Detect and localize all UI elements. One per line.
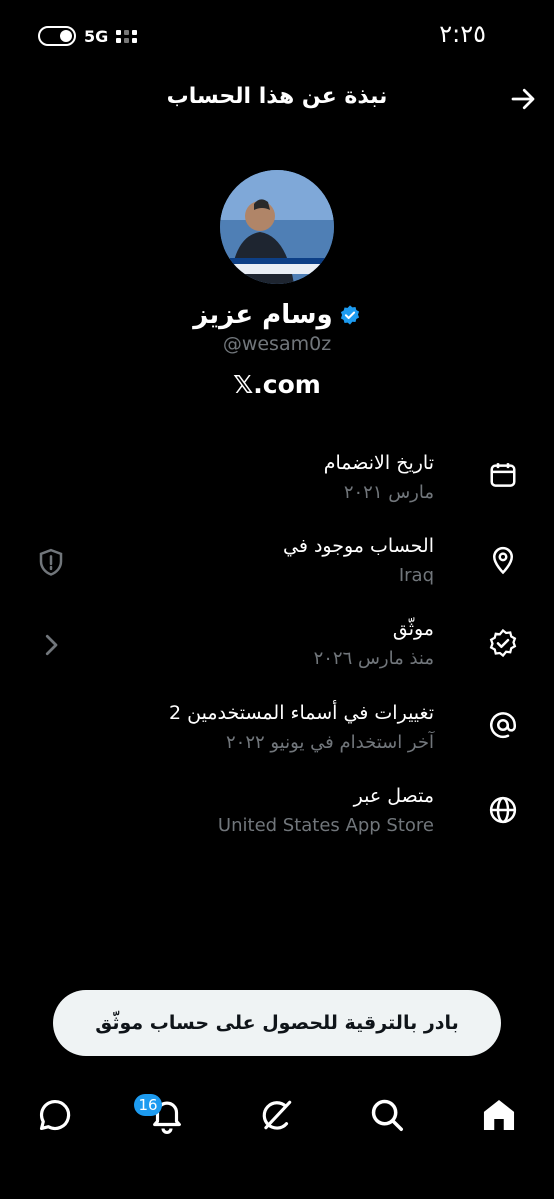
grok-icon[interactable] (258, 1096, 296, 1134)
shield-alert-icon[interactable] (36, 547, 66, 577)
row-username-changes: 2 تغييرات في أسماء المستخدمين آخر استخدا… (30, 702, 524, 772)
page-title: نبذة عن هذا الحساب (166, 84, 388, 109)
globe-icon (489, 796, 517, 824)
row-subtitle: Iraq (398, 565, 434, 586)
location-pin-icon (492, 546, 514, 575)
status-time: ٢:٢٥ (439, 20, 486, 48)
network-label: 5G (84, 26, 109, 46)
verified-check-icon (489, 628, 517, 658)
row-title: متصل عبر (353, 785, 434, 807)
row-verified[interactable]: موثّق منذ مارس ٢٠٢٦ (30, 618, 524, 688)
row-subtitle: United States App Store (217, 815, 434, 836)
row-title: موثّق (392, 618, 434, 640)
row-subtitle: منذ مارس ٢٠٢٦ (313, 648, 434, 669)
row-account-location: الحساب موجود في Iraq (30, 535, 524, 605)
search-icon[interactable] (368, 1096, 406, 1134)
row-joined-date: تاريخ الانضمام مارس ٢٠٢١ (30, 452, 524, 522)
verified-badge-icon (340, 305, 359, 325)
profile-name-row: وسام عزيز (0, 300, 554, 330)
row-connected-via: متصل عبر United States App Store (30, 785, 524, 855)
chevron-left-icon[interactable] (36, 630, 66, 660)
profile-name: وسام عزيز (193, 300, 333, 330)
row-title: تاريخ الانضمام (323, 452, 434, 474)
upgrade-verified-button[interactable]: بادر بالترقية للحصول على حساب موثّق (53, 990, 501, 1056)
bottom-nav (0, 1090, 554, 1150)
signal-icon (116, 29, 138, 43)
profile-site: 𝕏.com (233, 370, 321, 399)
row-title: الحساب موجود في (283, 535, 434, 557)
messages-icon[interactable] (36, 1096, 74, 1134)
status-icons: 5G (38, 26, 138, 46)
at-sign-icon (490, 712, 516, 739)
profile-handle: @wesam0z (222, 333, 332, 355)
row-subtitle: آخر استخدام في يونيو ٢٠٢٢ (225, 732, 434, 753)
notifications-badge: 16 (134, 1094, 162, 1116)
back-arrow-icon[interactable] (508, 84, 538, 114)
row-title: 2 تغييرات في أسماء المستخدمين (168, 702, 434, 724)
row-subtitle: مارس ٢٠٢١ (343, 482, 434, 503)
battery-icon (38, 26, 76, 46)
home-icon[interactable] (480, 1096, 518, 1134)
avatar[interactable] (220, 170, 334, 284)
calendar-icon (490, 463, 516, 487)
